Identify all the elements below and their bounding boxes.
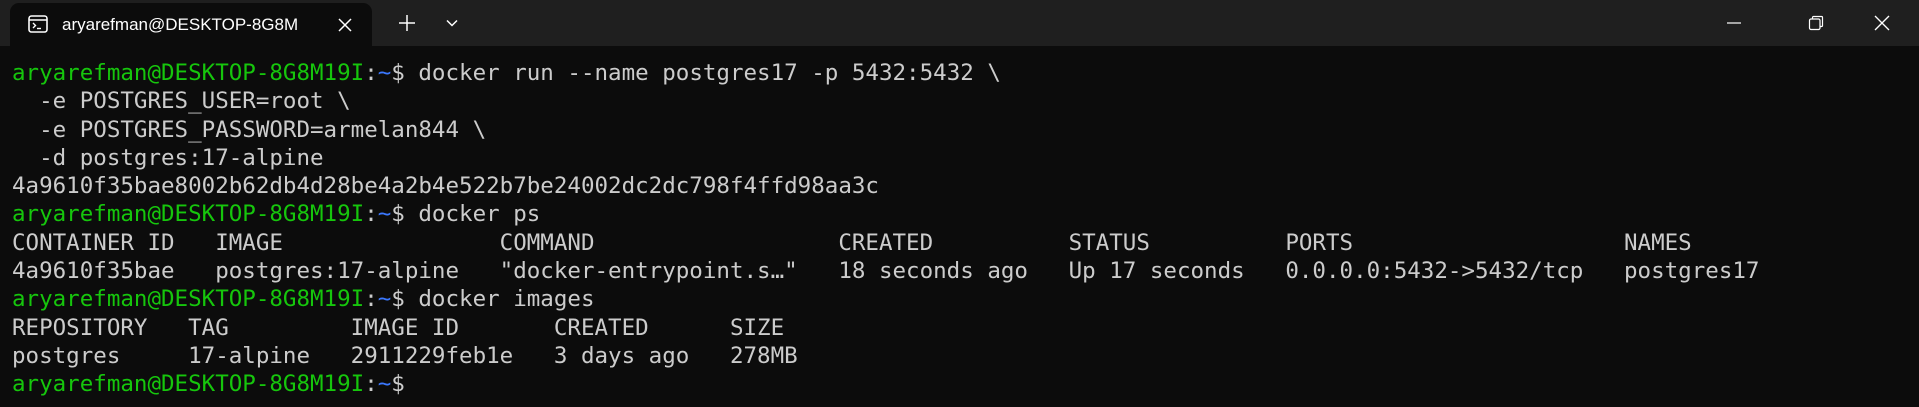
- terminal-icon: [28, 14, 48, 34]
- prompt-path: ~: [377, 60, 392, 86]
- output-line: REPOSITORY TAG IMAGE ID CREATED SIZE: [12, 314, 1759, 342]
- output-text: 4a9610f35bae postgres:17-alpine "docker-…: [12, 258, 1760, 285]
- plus-icon: [399, 15, 415, 31]
- chevron-down-icon: [446, 19, 458, 27]
- minimize-button[interactable]: [1697, 0, 1771, 46]
- prompt-user-host: aryarefman@DESKTOP-8G8M19I: [12, 371, 365, 398]
- close-icon: [1874, 15, 1890, 31]
- prompt-path: ~: [377, 286, 392, 313]
- prompt-symbol: $: [391, 60, 419, 86]
- prompt-user-host: aryarefman@DESKTOP-8G8M19I: [12, 286, 365, 313]
- prompt-line: aryarefman@DESKTOP-8G8M19I:~$: [12, 370, 1759, 398]
- output-text: CONTAINER ID IMAGE COMMAND CREATED STATU…: [12, 229, 1692, 256]
- prompt-line: aryarefman@DESKTOP-8G8M19I:~$ docker ima…: [12, 285, 1759, 313]
- output-text: REPOSITORY TAG IMAGE ID CREATED SIZE: [12, 314, 785, 341]
- close-icon: [338, 18, 352, 32]
- output-line: -e POSTGRES_PASSWORD=armelan844 \: [12, 116, 1759, 144]
- command-text: docker images: [418, 286, 595, 313]
- title-bar[interactable]: aryarefman@DESKTOP-8G8M: [0, 0, 1919, 46]
- prompt-user-host: aryarefman@DESKTOP-8G8M19I: [12, 60, 365, 86]
- profile-dropdown-button[interactable]: [437, 8, 467, 38]
- window-close-button[interactable]: [1845, 0, 1919, 46]
- output-line: -e POSTGRES_USER=root \: [12, 87, 1759, 115]
- prompt-line: aryarefman@DESKTOP-8G8M19I:~$ docker ps: [12, 200, 1759, 228]
- output-line: -d postgres:17-alpine: [12, 144, 1759, 172]
- new-tab-button[interactable]: [392, 8, 422, 38]
- tab-title: aryarefman@DESKTOP-8G8M: [62, 15, 299, 34]
- terminal-output[interactable]: aryarefman@DESKTOP-8G8M19I:~$ docker run…: [12, 59, 1759, 399]
- tab-close-button[interactable]: [333, 13, 357, 37]
- prompt-path: ~: [377, 371, 392, 398]
- output-line: CONTAINER ID IMAGE COMMAND CREATED STATU…: [12, 229, 1759, 257]
- output-text: 4a9610f35bae8002b62db4d28be4a2b4e522b7be…: [12, 173, 879, 200]
- prompt-symbol: $: [391, 201, 419, 228]
- output-text: -e POSTGRES_PASSWORD=armelan844 \: [12, 116, 487, 143]
- output-line: 4a9610f35bae8002b62db4d28be4a2b4e522b7be…: [12, 172, 1759, 200]
- prompt-colon: :: [364, 60, 378, 86]
- restore-button[interactable]: [1779, 0, 1853, 46]
- command-text: docker ps: [418, 201, 541, 228]
- prompt-path: ~: [377, 201, 392, 228]
- prompt-colon: :: [364, 286, 378, 313]
- terminal-window: aryarefman@DESKTOP-8G8M aryarefman@DESKT…: [0, 0, 1919, 407]
- restore-icon: [1808, 15, 1824, 31]
- prompt-symbol: $: [391, 286, 419, 313]
- prompt-colon: :: [364, 201, 378, 228]
- output-text: -d postgres:17-alpine: [12, 144, 324, 171]
- prompt-symbol: $: [391, 371, 419, 398]
- tab-terminal[interactable]: aryarefman@DESKTOP-8G8M: [10, 3, 372, 46]
- output-text: -e POSTGRES_USER=root \: [12, 88, 351, 115]
- output-line: postgres 17-alpine 2911229feb1e 3 days a…: [12, 342, 1759, 370]
- prompt-user-host: aryarefman@DESKTOP-8G8M19I: [12, 201, 365, 228]
- prompt-colon: :: [364, 371, 378, 398]
- output-line: 4a9610f35bae postgres:17-alpine "docker-…: [12, 257, 1759, 285]
- minimize-icon: [1727, 22, 1741, 24]
- prompt-line: aryarefman@DESKTOP-8G8M19I:~$ docker run…: [12, 59, 1759, 87]
- output-text: postgres 17-alpine 2911229feb1e 3 days a…: [12, 342, 798, 369]
- command-text: docker run --name postgres17 -p 5432:543…: [418, 60, 1001, 86]
